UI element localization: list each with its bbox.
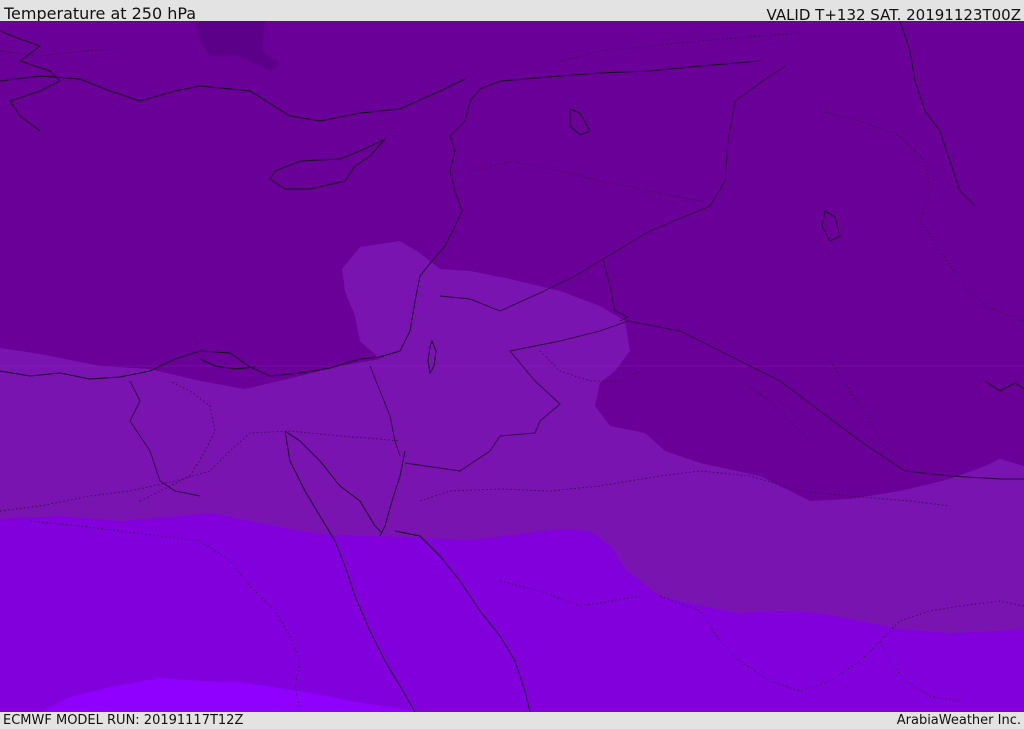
map-footer: ECMWF MODEL RUN: 20191117T12Z ArabiaWeat… (0, 712, 1024, 729)
temperature-map (0, 21, 1024, 712)
model-run-label: ECMWF MODEL RUN: 20191117T12Z (3, 713, 244, 728)
map-header: Temperature at 250 hPa VALID T+132 SAT. … (0, 0, 1024, 24)
map-canvas (0, 21, 1024, 712)
credit-label: ArabiaWeather Inc. (896, 713, 1021, 728)
